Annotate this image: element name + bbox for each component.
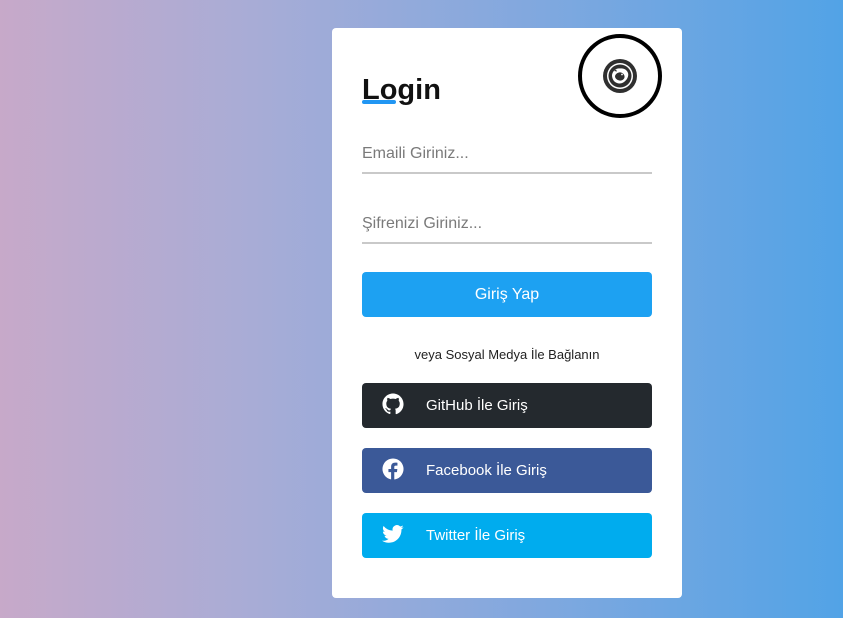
- password-field[interactable]: [362, 206, 652, 244]
- github-login-button[interactable]: GitHub İle Giriş: [362, 383, 652, 428]
- twitter-login-button[interactable]: Twitter İle Giriş: [362, 513, 652, 558]
- twitter-login-label: Twitter İle Giriş: [426, 527, 526, 544]
- github-icon: [382, 393, 404, 415]
- social-login-prompt: veya Sosyal Medya İle Bağlanın: [414, 347, 600, 362]
- facebook-login-button[interactable]: Facebook İle Giriş: [362, 448, 652, 493]
- login-button[interactable]: Giriş Yap: [362, 272, 652, 317]
- login-card: Login Giriş Yap veya Sosyal Medya İle Ba…: [332, 28, 682, 598]
- email-field[interactable]: [362, 136, 652, 174]
- facebook-login-label: Facebook İle Giriş: [426, 462, 547, 479]
- twitter-icon: [382, 525, 404, 543]
- logo: [578, 34, 662, 118]
- github-login-label: GitHub İle Giriş: [426, 397, 528, 414]
- facebook-icon: [382, 458, 404, 480]
- title-underline: [362, 100, 396, 104]
- bear-logo-icon: [603, 59, 637, 93]
